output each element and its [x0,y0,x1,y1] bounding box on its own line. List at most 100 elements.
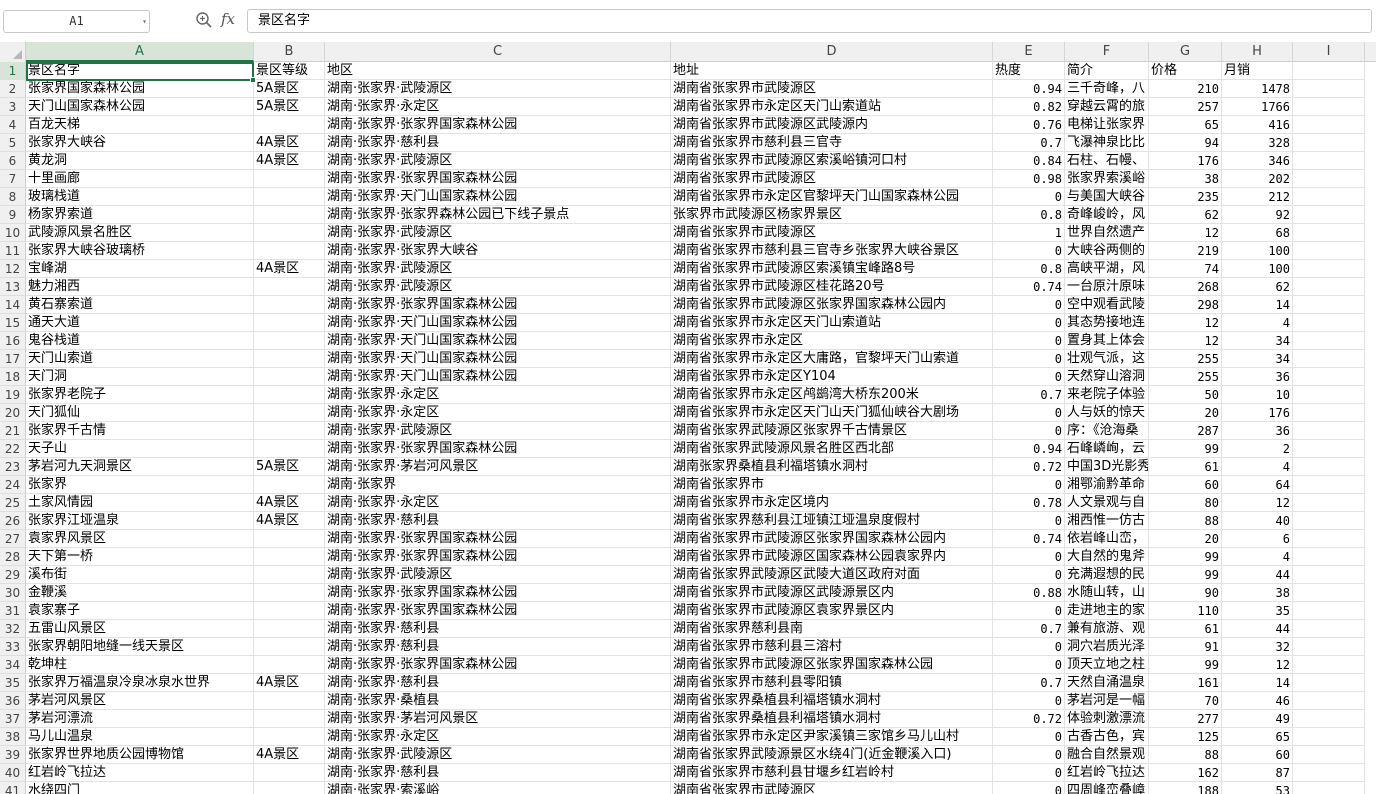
cell-f15[interactable]: 其态势接地连 [1065,314,1149,332]
row-header[interactable]: 17 [0,350,26,368]
cell-d27[interactable]: 湖南省张家界市武陵源区张家界国家森林公园内 [671,530,993,548]
cell-i27[interactable] [1293,530,1365,548]
cell-g24[interactable]: 60 [1149,476,1222,494]
cell-a32[interactable]: 五雷山风景区 [26,620,254,638]
cell-c29[interactable]: 湖南·张家界·武陵源区 [325,566,671,584]
cell-a4[interactable]: 百龙天梯 [26,116,254,134]
cell-i25[interactable] [1293,494,1365,512]
cell-b24[interactable] [254,476,325,494]
cell-c4[interactable]: 湖南·张家界·张家界国家森林公园 [325,116,671,134]
cell-e23[interactable]: 0.72 [993,458,1065,476]
cell-c23[interactable]: 湖南·张家界·茅岩河风景区 [325,458,671,476]
cell-c22[interactable]: 湖南·张家界·张家界国家森林公园 [325,440,671,458]
column-header-a[interactable]: A [26,42,254,62]
cell-h7[interactable]: 202 [1222,170,1293,188]
cell-g19[interactable]: 50 [1149,386,1222,404]
cell-g38[interactable]: 125 [1149,728,1222,746]
row-header[interactable]: 32 [0,620,26,638]
cell-a29[interactable]: 溪布街 [26,566,254,584]
cell-d33[interactable]: 湖南省张家界市慈利县三溶村 [671,638,993,656]
row-header[interactable]: 41 [0,782,26,794]
cell-g7[interactable]: 38 [1149,170,1222,188]
cell-h37[interactable]: 49 [1222,710,1293,728]
row-header[interactable]: 2 [0,80,26,98]
cell-a36[interactable]: 茅岩河风景区 [26,692,254,710]
cell-e35[interactable]: 0.7 [993,674,1065,692]
cell-h3[interactable]: 1766 [1222,98,1293,116]
row-header[interactable]: 23 [0,458,26,476]
cell-i21[interactable] [1293,422,1365,440]
cell-i10[interactable] [1293,224,1365,242]
cell-b27[interactable] [254,530,325,548]
cell-f32[interactable]: 兼有旅游、观 [1065,620,1149,638]
cell-c8[interactable]: 湖南·张家界·天门山国家森林公园 [325,188,671,206]
cell-a2[interactable]: 张家界国家森林公园 [26,80,254,98]
cell-i34[interactable] [1293,656,1365,674]
cell-a11[interactable]: 张家界大峡谷玻璃桥 [26,242,254,260]
cell-d32[interactable]: 湖南省张家界慈利县南 [671,620,993,638]
cell-b17[interactable] [254,350,325,368]
cell-f31[interactable]: 走进地主的家 [1065,602,1149,620]
cell-e26[interactable]: 0 [993,512,1065,530]
cell-a1[interactable]: 景区名字 [26,62,254,80]
cell-d20[interactable]: 湖南省张家界市永定区天门山天门狐仙峡谷大剧场 [671,404,993,422]
cell-d13[interactable]: 湖南省张家界市武陵源区桂花路20号 [671,278,993,296]
row-header[interactable]: 40 [0,764,26,782]
cell-i4[interactable] [1293,116,1365,134]
cell-i2[interactable] [1293,80,1365,98]
cell-b25[interactable]: 4A景区 [254,494,325,512]
cell-a5[interactable]: 张家界大峡谷 [26,134,254,152]
cell-d21[interactable]: 湖南省张家界武陵源区张家界千古情景区 [671,422,993,440]
cell-b3[interactable]: 5A景区 [254,98,325,116]
cell-b16[interactable] [254,332,325,350]
cell-e3[interactable]: 0.82 [993,98,1065,116]
cell-b18[interactable] [254,368,325,386]
cell-i12[interactable] [1293,260,1365,278]
cell-e37[interactable]: 0.72 [993,710,1065,728]
cell-g17[interactable]: 255 [1149,350,1222,368]
cell-g22[interactable]: 99 [1149,440,1222,458]
cell-a30[interactable]: 金鞭溪 [26,584,254,602]
cell-f10[interactable]: 世界自然遗产 [1065,224,1149,242]
cell-d5[interactable]: 湖南省张家界市慈利县三官寺 [671,134,993,152]
cell-d15[interactable]: 湖南省张家界市永定区天门山索道站 [671,314,993,332]
function-icon[interactable]: fx [221,10,235,28]
row-header[interactable]: 21 [0,422,26,440]
cell-c35[interactable]: 湖南·张家界·慈利县 [325,674,671,692]
cell-e20[interactable]: 0 [993,404,1065,422]
cell-h20[interactable]: 176 [1222,404,1293,422]
cell-h2[interactable]: 1478 [1222,80,1293,98]
cell-h14[interactable]: 14 [1222,296,1293,314]
row-header[interactable]: 28 [0,548,26,566]
cell-e25[interactable]: 0.78 [993,494,1065,512]
cell-b5[interactable]: 4A景区 [254,134,325,152]
cell-f38[interactable]: 古香古色，宾 [1065,728,1149,746]
cell-h41[interactable]: 53 [1222,782,1293,794]
cell-i8[interactable] [1293,188,1365,206]
cell-a41[interactable]: 水绕四门 [26,782,254,794]
cell-d37[interactable]: 湖南省张家界桑植县利福塔镇水洞村 [671,710,993,728]
cell-a15[interactable]: 通天大道 [26,314,254,332]
cell-g10[interactable]: 12 [1149,224,1222,242]
cell-c17[interactable]: 湖南·张家界·天门山国家森林公园 [325,350,671,368]
cell-b4[interactable] [254,116,325,134]
cell-e19[interactable]: 0.7 [993,386,1065,404]
cell-h9[interactable]: 92 [1222,206,1293,224]
cell-f24[interactable]: 湘鄂渝黔革命 [1065,476,1149,494]
cell-a37[interactable]: 茅岩河漂流 [26,710,254,728]
cell-c21[interactable]: 湖南·张家界·武陵源区 [325,422,671,440]
cell-b41[interactable] [254,782,325,794]
cell-f9[interactable]: 奇峰峻岭，风 [1065,206,1149,224]
cell-i40[interactable] [1293,764,1365,782]
cell-g36[interactable]: 70 [1149,692,1222,710]
cell-i22[interactable] [1293,440,1365,458]
cell-i18[interactable] [1293,368,1365,386]
cell-i20[interactable] [1293,404,1365,422]
cell-a14[interactable]: 黄石寨索道 [26,296,254,314]
cell-e6[interactable]: 0.84 [993,152,1065,170]
cell-g31[interactable]: 110 [1149,602,1222,620]
cell-h38[interactable]: 65 [1222,728,1293,746]
cell-b21[interactable] [254,422,325,440]
cell-e14[interactable]: 0 [993,296,1065,314]
cell-g21[interactable]: 287 [1149,422,1222,440]
